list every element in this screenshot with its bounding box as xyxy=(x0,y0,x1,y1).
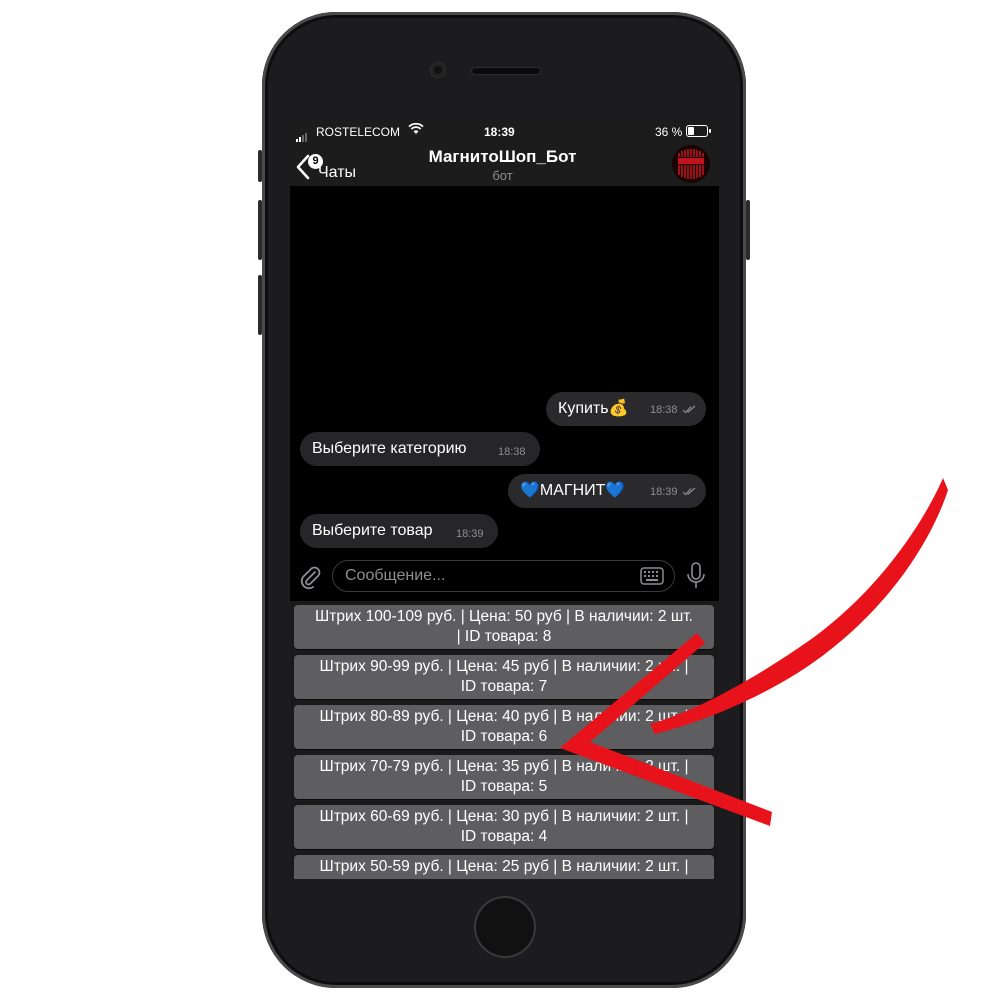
product-button-id-6[interactable]: Штрих 80-89 руб. | Цена: 40 руб | В нали… xyxy=(294,705,714,749)
carrier-name: ROSTELECOM xyxy=(316,125,401,139)
product-button-line1: Штрих 100-109 руб. | Цена: 50 руб | В на… xyxy=(315,608,693,625)
screen: ROSTELECOM 18:39 36 % 9 Чаты МагнитоШоп_… xyxy=(290,120,719,879)
product-button-line2: ID товара: 5 xyxy=(460,778,548,795)
paperclip-icon[interactable] xyxy=(298,564,322,590)
message-text: Выберите категорию xyxy=(312,440,467,457)
front-camera xyxy=(431,63,445,77)
product-button-id-7[interactable]: Штрих 90-99 руб. | Цена: 45 руб | В нали… xyxy=(294,655,714,699)
signal-icon xyxy=(296,128,308,142)
volume-up-button xyxy=(258,200,262,260)
product-button-id-5[interactable]: Штрих 70-79 руб. | Цена: 35 руб | В нали… xyxy=(294,755,714,799)
power-button xyxy=(746,200,750,260)
message-bubble-outgoing[interactable]: Купить💰 18:38 xyxy=(546,392,706,426)
product-button-id-8[interactable]: Штрих 100-109 руб. | Цена: 50 руб | В на… xyxy=(294,605,714,649)
magnit-logo-icon[interactable] xyxy=(672,145,710,183)
wifi-icon xyxy=(408,122,424,139)
product-button-line2: ID товара: 7 xyxy=(460,678,548,695)
message-text: Выберите товар xyxy=(312,522,433,539)
silent-switch xyxy=(258,150,262,182)
double-check-icon xyxy=(682,487,696,496)
earpiece-speaker xyxy=(472,68,540,74)
microphone-icon[interactable] xyxy=(686,562,706,590)
double-check-icon xyxy=(682,405,696,414)
message-bubble-outgoing[interactable]: 💙МАГНИТ💙 18:39 xyxy=(508,474,706,508)
message-time: 18:39 xyxy=(456,528,484,540)
message-input[interactable]: Сообщение... xyxy=(332,560,675,592)
product-button-line1: Штрих 90-99 руб. | Цена: 45 руб | В нали… xyxy=(319,658,689,675)
message-text: 💙МАГНИТ💙 xyxy=(520,482,626,499)
chat-title[interactable]: МагнитоШоп_Бот xyxy=(370,147,635,167)
product-button-line2: ID товара: 4 xyxy=(460,828,548,845)
message-time: 18:38 xyxy=(498,446,526,458)
volume-down-button xyxy=(258,275,262,335)
message-bubble-incoming[interactable]: Выберите категорию 18:38 xyxy=(300,432,540,466)
battery-percent: 36 % xyxy=(655,125,683,139)
product-button-line2: | ID товара: 8 xyxy=(456,628,552,645)
product-button-line1: Штрих 70-79 руб. | Цена: 35 руб | В нали… xyxy=(319,758,689,775)
product-button-line1: Штрих 80-89 руб. | Цена: 40 руб | В нали… xyxy=(319,708,689,725)
home-button[interactable] xyxy=(474,896,536,958)
product-button-id-4[interactable]: Штрих 60-69 руб. | Цена: 30 руб | В нали… xyxy=(294,805,714,849)
product-button-id-3[interactable]: Штрих 50-59 руб. | Цена: 25 руб | В нали… xyxy=(294,855,714,879)
product-button-line1: Штрих 50-59 руб. | Цена: 25 руб | В нали… xyxy=(319,858,689,875)
message-input-placeholder: Сообщение... xyxy=(345,567,446,584)
keyboard-icon[interactable] xyxy=(640,567,664,585)
back-label: Чаты xyxy=(318,164,357,181)
status-bar: ROSTELECOM 18:39 36 % xyxy=(290,120,719,142)
message-time: 18:38 xyxy=(650,404,678,416)
message-text: Купить💰 xyxy=(558,400,629,417)
status-time: 18:39 xyxy=(484,125,515,139)
back-button[interactable]: 9 Чаты xyxy=(296,152,366,181)
product-button-line2: ID товара: 6 xyxy=(460,728,548,745)
chat-header: 9 Чаты МагнитоШоп_Бот бот xyxy=(290,142,719,186)
product-button-line1: Штрих 60-69 руб. | Цена: 30 руб | В нали… xyxy=(319,808,689,825)
bot-reply-keyboard: Штрих 100-109 руб. | Цена: 50 руб | В на… xyxy=(290,601,719,879)
message-composer: Сообщение... xyxy=(290,554,719,600)
chat-subtitle: бот xyxy=(492,168,513,183)
battery-icon xyxy=(686,125,711,137)
message-bubble-incoming[interactable]: Выберите товар 18:39 xyxy=(300,514,498,548)
message-time: 18:39 xyxy=(650,486,678,498)
